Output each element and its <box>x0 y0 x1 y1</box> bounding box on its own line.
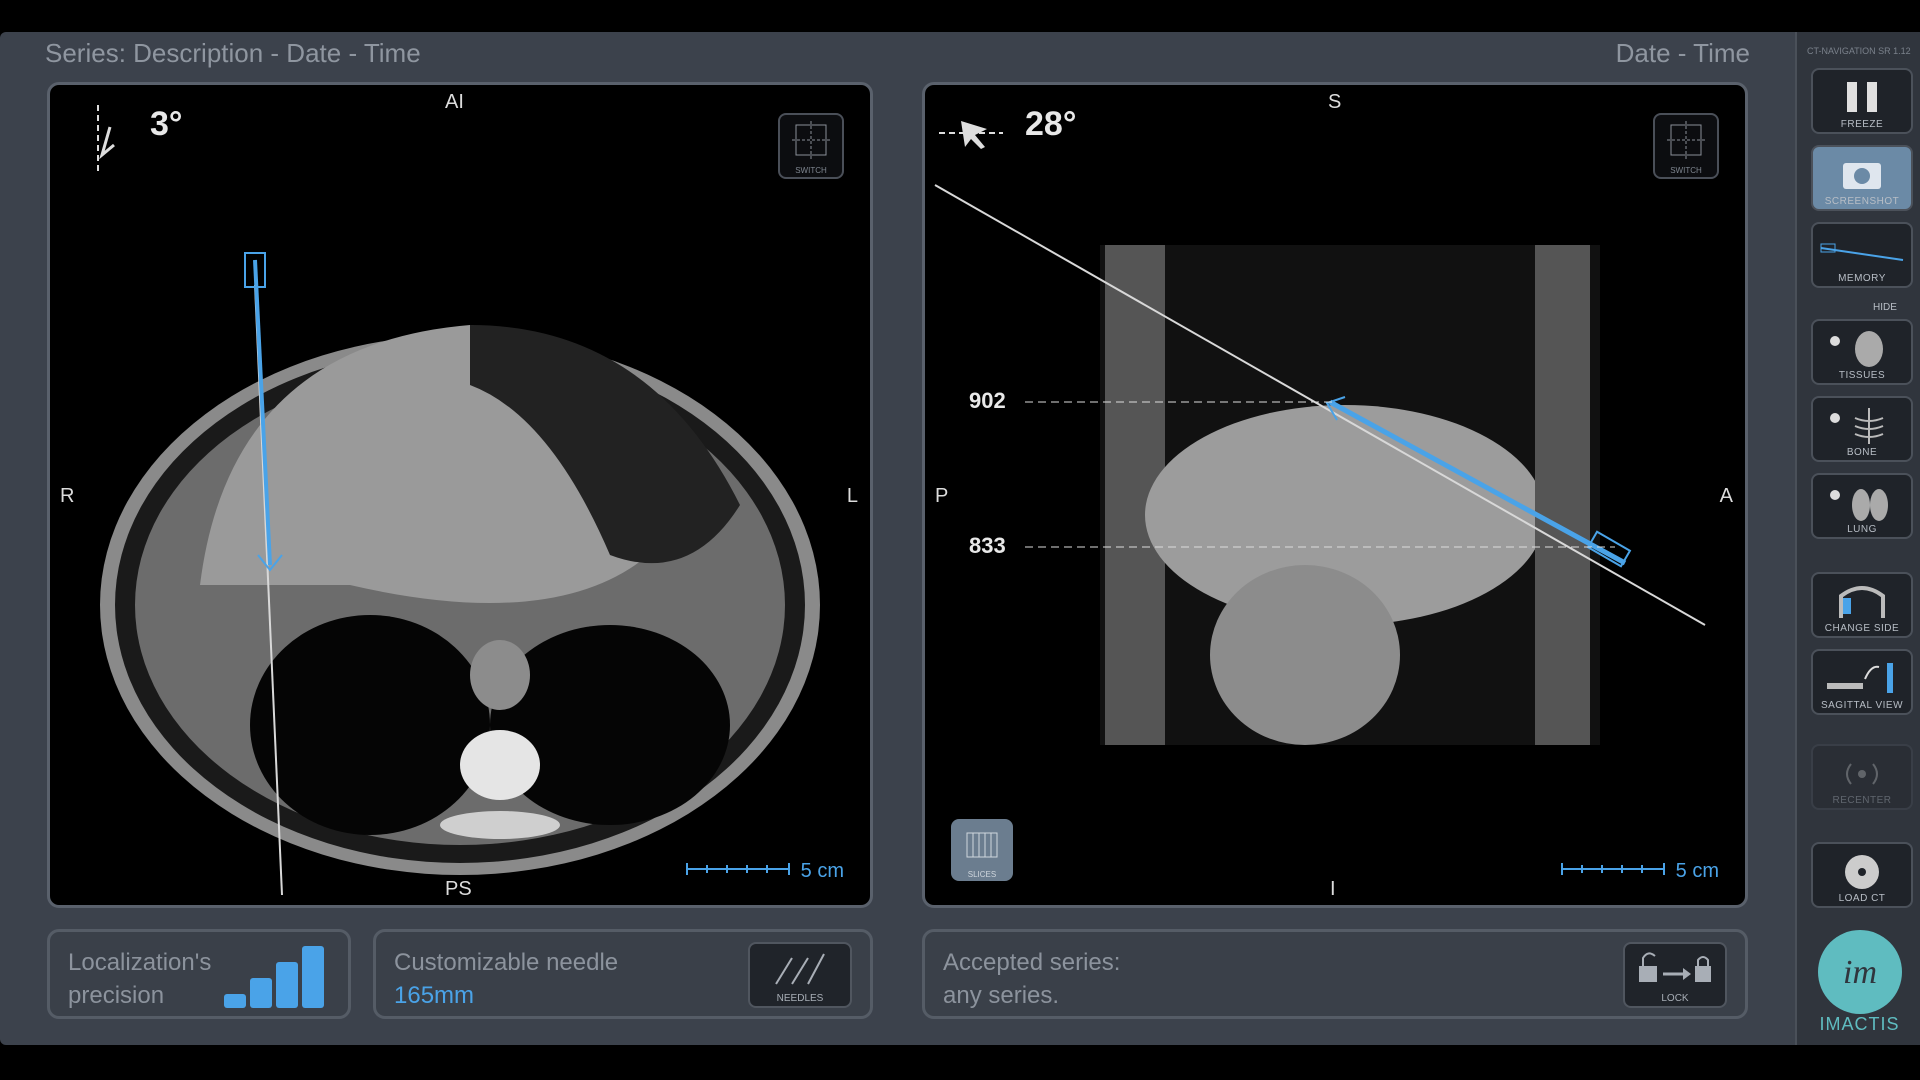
switch-icon <box>792 121 830 159</box>
sagittal-view-icon <box>1827 663 1893 693</box>
precision-bar <box>224 994 246 1008</box>
tissues-label: TISSUES <box>1838 370 1886 381</box>
slices-icon <box>966 832 998 858</box>
series-date-time: Date - Time <box>1615 38 1750 68</box>
axial-switch-label: SWITCH <box>795 166 827 175</box>
precision-bars-icon <box>224 946 324 1008</box>
recenter-button[interactable]: RECENTER <box>1811 744 1913 810</box>
lung-icon <box>1830 489 1888 521</box>
axial-scale-label: 5 cm <box>800 860 844 882</box>
bone-button[interactable]: BONE <box>1811 396 1913 462</box>
axial-view[interactable]: 3° AI PS R L SWITCH 5 cm <box>47 82 873 908</box>
screenshot-button[interactable]: SCREENSHOT <box>1811 145 1913 211</box>
lock-icon <box>1639 952 1711 982</box>
needle-text: Customizable needle 165mm <box>394 946 618 1012</box>
needle-title: Customizable needle <box>394 949 619 976</box>
needles-icon <box>775 953 825 985</box>
imactis-logo: im <box>1818 930 1902 1014</box>
freeze-button[interactable]: FREEZE <box>1811 68 1913 134</box>
sagittal-switch-button[interactable]: SWITCH <box>1653 113 1719 179</box>
switch-icon <box>1667 121 1705 159</box>
lung-button[interactable]: LUNG <box>1811 473 1913 539</box>
sagittal-view-button[interactable]: SAGITTAL VIEW <box>1811 649 1913 715</box>
precision-bar <box>276 962 298 1008</box>
series-line1: Accepted series: <box>943 949 1121 976</box>
sagittal-scale-bar: 5 cm <box>1560 860 1719 883</box>
series-description: Series: Description - Date - Time <box>45 38 421 68</box>
recenter-label: RECENTER <box>1832 795 1892 806</box>
series-panel: Accepted series: any series. LOCK <box>922 929 1748 1019</box>
needle-panel: Customizable needle 165mm NEEDLES <box>373 929 873 1019</box>
screenshot-label: SCREENSHOT <box>1824 196 1900 207</box>
precision-bar <box>302 946 324 1008</box>
pause-icon <box>1847 82 1877 112</box>
precision-line1: Localization's <box>68 949 212 976</box>
series-line2: any series. <box>943 982 1060 1009</box>
axial-ct-image <box>97 105 820 896</box>
change-side-button[interactable]: CHANGE SIDE <box>1811 572 1913 638</box>
slices-label: SLICES <box>967 870 997 879</box>
disc-icon <box>1845 855 1879 889</box>
axial-orient-bottom: PS <box>445 878 472 900</box>
needles-button[interactable]: NEEDLES <box>748 942 852 1008</box>
series-text: Accepted series: any series. <box>943 946 1120 1012</box>
axial-orient-right: L <box>846 485 858 507</box>
hide-label[interactable]: HIDE <box>1873 302 1897 313</box>
recenter-icon <box>1846 763 1878 785</box>
needle-memory-icon <box>1820 243 1904 261</box>
axial-angle: 3° <box>150 105 183 143</box>
ruler-icon <box>1561 863 1666 875</box>
memory-label: MEMORY <box>1838 273 1886 284</box>
sagittal-orient-bottom: I <box>1330 878 1336 900</box>
sagittal-ct-image <box>934 121 1706 745</box>
precision-line2: precision <box>68 982 165 1009</box>
load-ct-label: LOAD CT <box>1838 893 1886 904</box>
lock-button[interactable]: LOCK <box>1623 942 1727 1008</box>
app-window: Series: Description - Date - Time Date -… <box>0 32 1920 1045</box>
camera-icon <box>1843 163 1881 189</box>
logo-text: IMACTIS <box>1819 1014 1900 1034</box>
version-label: CT-NAVIGATION SR 1.12 <box>1807 46 1911 56</box>
change-side-label: CHANGE SIDE <box>1824 623 1900 634</box>
precision-bar <box>250 978 272 1008</box>
depth-marker-target: 833 <box>969 533 1006 558</box>
needle-length: 165mm <box>394 982 475 1009</box>
sagittal-view[interactable]: 28° S I P A 902 833 SWITCH SLICES 5 cm <box>922 82 1748 908</box>
change-side-icon <box>1839 586 1885 618</box>
axial-orient-top: AI <box>445 91 464 113</box>
bone-icon <box>1830 408 1884 444</box>
logo-mark: im <box>1843 954 1877 991</box>
axial-scale-bar: 5 cm <box>685 860 844 883</box>
sagittal-view-label: SAGITTAL VIEW <box>1820 700 1904 711</box>
axial-switch-button[interactable]: SWITCH <box>778 113 844 179</box>
sagittal-orient-right: A <box>1719 485 1733 507</box>
needles-label: NEEDLES <box>776 993 824 1004</box>
memory-button[interactable]: MEMORY <box>1811 222 1913 288</box>
freeze-label: FREEZE <box>1840 119 1884 130</box>
precision-text: Localization's precision <box>68 946 211 1012</box>
slices-button[interactable]: SLICES <box>951 819 1013 881</box>
lock-label: LOCK <box>1661 993 1689 1004</box>
bone-label: BONE <box>1846 447 1878 458</box>
depth-marker-entry: 902 <box>969 388 1006 413</box>
sagittal-orient-top: S <box>1328 91 1342 113</box>
ruler-icon <box>686 863 791 875</box>
sagittal-angle: 28° <box>1025 105 1077 143</box>
precision-panel: Localization's precision <box>47 929 351 1019</box>
load-ct-button[interactable]: LOAD CT <box>1811 842 1913 908</box>
axial-orient-left: R <box>60 485 75 507</box>
sagittal-scale-label: 5 cm <box>1675 860 1719 882</box>
tissues-icon <box>1830 331 1883 367</box>
sagittal-orient-left: P <box>935 485 949 507</box>
lung-label: LUNG <box>1847 524 1877 535</box>
sagittal-switch-label: SWITCH <box>1670 166 1702 175</box>
right-toolbar: CT-NAVIGATION SR 1.12 FREEZE SCREENSHOT … <box>1795 32 1920 1045</box>
tissues-button[interactable]: TISSUES <box>1811 319 1913 385</box>
